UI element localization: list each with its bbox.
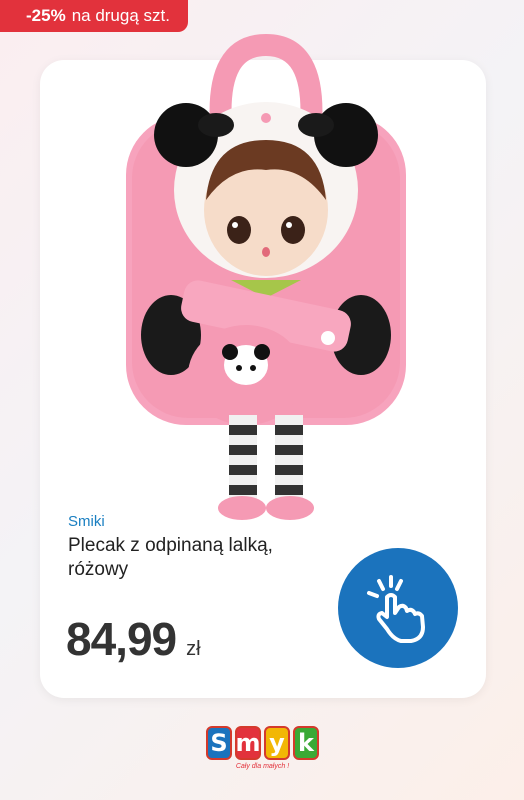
logo-letter: k	[293, 726, 319, 760]
logo-tagline: Cały dla małych !	[235, 763, 290, 770]
promo-text: na drugą szt.	[71, 6, 170, 25]
promo-badge: -25% na drugą szt.	[0, 0, 188, 32]
price-currency: zł	[186, 638, 201, 660]
logo-letters: S m y k	[190, 726, 335, 760]
smyk-logo: S m y k Cały dla małych !	[190, 726, 335, 776]
product-price: 84,99 zł	[66, 612, 201, 666]
product-card[interactable]: Smiki Plecak z odpinaną lalką, różowy 84…	[40, 33, 486, 698]
logo-letter: y	[264, 726, 290, 760]
product-brand[interactable]: Smiki	[68, 513, 105, 530]
logo-letter: S	[206, 726, 232, 760]
tap-button[interactable]	[338, 548, 458, 668]
promo-percent: -25%	[26, 6, 66, 25]
product-image	[126, 33, 406, 520]
logo-letter: m	[235, 726, 261, 760]
price-amount: 84,99	[66, 613, 177, 665]
product-name[interactable]: Plecak z odpinaną lalką, różowy	[68, 534, 298, 582]
tap-hand-icon	[367, 575, 425, 643]
